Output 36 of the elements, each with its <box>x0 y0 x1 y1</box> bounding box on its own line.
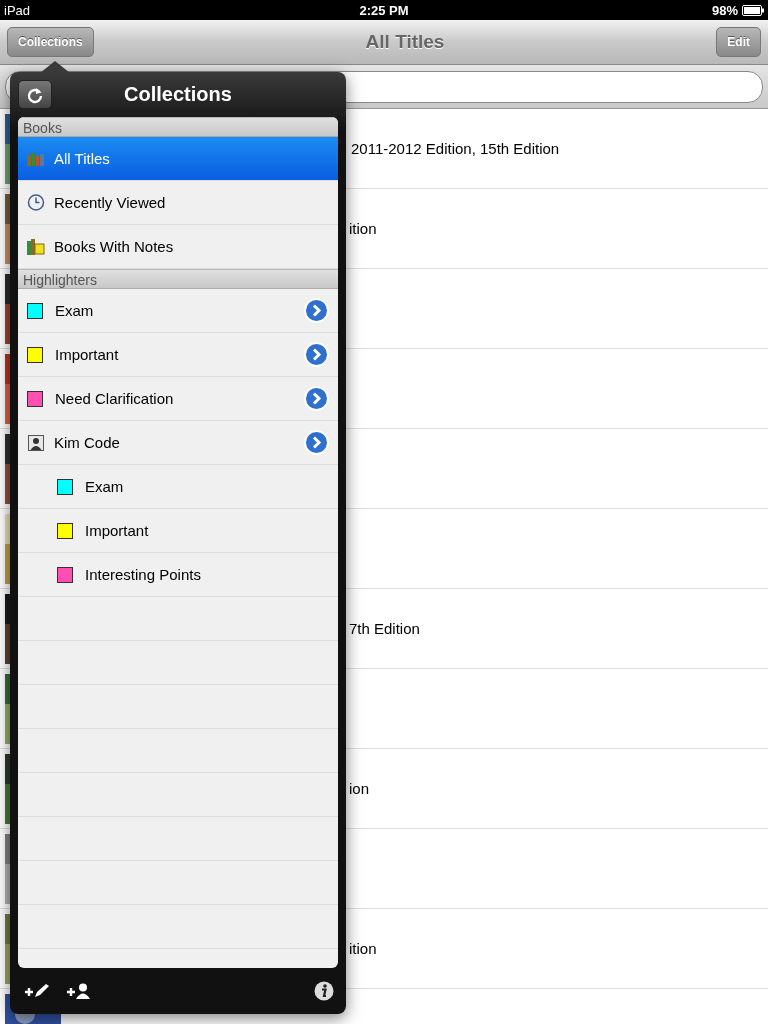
popover-title: Collections <box>124 83 232 106</box>
clock-time: 2:25 PM <box>359 2 409 18</box>
collection-item[interactable]: Kim Code <box>18 421 338 465</box>
add-note-icon[interactable] <box>24 983 50 999</box>
book-title[interactable]: ition <box>349 220 377 237</box>
book-title[interactable]: 2011-2012 Edition, 15th Edition <box>351 140 560 157</box>
collection-item[interactable]: Important <box>18 333 338 377</box>
page-title: All Titles <box>365 31 445 53</box>
info-icon[interactable] <box>314 981 334 1001</box>
popover-arrow <box>40 61 70 73</box>
person-icon <box>27 434 45 451</box>
battery-percent: 98% <box>711 2 738 18</box>
collection-item[interactable]: Interesting Points <box>18 553 338 597</box>
book-title[interactable]: 7th Edition <box>349 620 420 637</box>
book-title[interactable]: ion <box>349 780 370 797</box>
books-icon <box>27 151 45 166</box>
collection-item[interactable]: Important <box>18 509 338 553</box>
collection-item[interactable]: Exam <box>18 289 338 333</box>
refresh-icon <box>26 85 44 104</box>
clock-icon <box>27 194 45 211</box>
add-person-icon[interactable] <box>66 983 90 999</box>
disclosure-icon[interactable] <box>304 386 329 411</box>
disclosure-icon[interactable] <box>304 298 329 323</box>
section-header: Highlighters <box>18 269 338 289</box>
collection-item[interactable]: All Titles <box>18 137 338 181</box>
collection-item[interactable]: Need Clarification <box>18 377 338 421</box>
collection-item[interactable]: Recently Viewed <box>18 181 338 225</box>
device-name: iPad <box>4 2 31 18</box>
book-title[interactable]: ition <box>349 940 377 957</box>
refresh-button[interactable] <box>18 80 52 109</box>
disclosure-icon[interactable] <box>304 430 329 455</box>
book-note-icon <box>27 238 45 255</box>
battery-icon <box>742 4 764 16</box>
disclosure-icon[interactable] <box>304 342 329 367</box>
collection-item[interactable]: Exam <box>18 465 338 509</box>
section-header: Books <box>18 117 338 137</box>
